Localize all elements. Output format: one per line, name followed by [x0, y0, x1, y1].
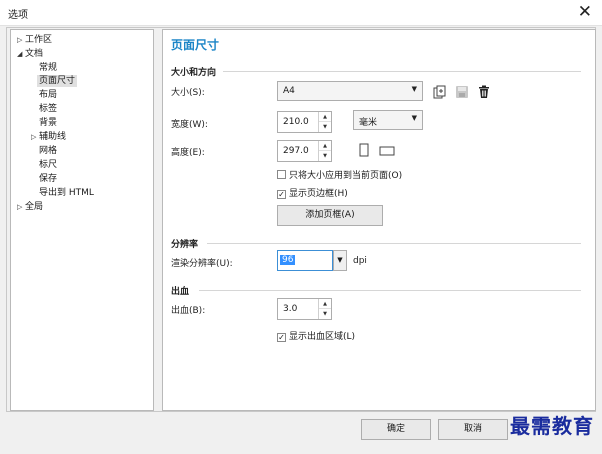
- window-title: 选项: [8, 10, 28, 21]
- tree-item-save[interactable]: 保存: [39, 173, 57, 185]
- tree-item-general[interactable]: 常规: [39, 62, 57, 74]
- decrement-arrow-icon[interactable]: ▼: [319, 122, 331, 132]
- tree-item-label: 文档: [25, 49, 44, 59]
- tree-item-label: 辅助线: [39, 132, 67, 142]
- section-divider: [223, 71, 581, 72]
- disk-save-icon[interactable]: [455, 85, 469, 99]
- landscape-orientation-icon[interactable]: [379, 146, 395, 156]
- decrement-arrow-icon[interactable]: ▼: [319, 309, 331, 319]
- portrait-orientation-icon[interactable]: [359, 143, 369, 157]
- chevron-down-icon: ▼: [411, 114, 417, 122]
- close-icon[interactable]: ✕: [578, 2, 592, 22]
- width-value: 210.0: [283, 117, 309, 127]
- width-label: 宽度(W):: [171, 120, 208, 130]
- panel-title: 页面尺寸: [171, 38, 220, 52]
- tree-item-layout[interactable]: 布局: [39, 89, 57, 101]
- height-label: 高度(E):: [171, 148, 205, 158]
- checkbox-label: 显示页边框(H): [289, 189, 348, 199]
- tree-item-workspace[interactable]: ▷ 工作区: [17, 34, 52, 46]
- tree-item-label: 常规: [39, 63, 58, 73]
- tree-item-global[interactable]: ▷ 全局: [17, 201, 43, 213]
- tree-item-label: 导出到 HTML: [39, 188, 94, 198]
- tree-item-label: 网格: [39, 146, 58, 156]
- collapse-arrow-icon[interactable]: ◢: [17, 48, 25, 60]
- page-size-panel: 页面尺寸 大小和方向 大小(S): A4 ▼ 宽度(W): 210.0 ▲ ▼ …: [162, 29, 596, 411]
- tree-item-rulers[interactable]: 标尺: [39, 159, 57, 171]
- watermark-text: 最需教育: [510, 414, 594, 438]
- height-stepper[interactable]: 297.0 ▲ ▼: [277, 140, 332, 162]
- size-label: 大小(S):: [171, 88, 205, 98]
- dpi-unit-label: dpi: [353, 256, 367, 266]
- render-resolution-value: 96: [280, 255, 296, 265]
- chevron-down-icon: ▼: [337, 256, 343, 264]
- tree-item-grid[interactable]: 网格: [39, 145, 57, 157]
- expand-arrow-icon[interactable]: ▷: [17, 201, 25, 213]
- tree-item-document[interactable]: ◢ 文档: [17, 48, 43, 60]
- size-select-value: A4: [283, 86, 295, 96]
- section-bleed: 出血: [171, 287, 190, 297]
- tree-item-page-size[interactable]: 页面尺寸: [37, 75, 78, 87]
- chevron-down-icon: ▼: [411, 85, 417, 93]
- height-value: 297.0: [283, 146, 309, 156]
- decrement-arrow-icon[interactable]: ▼: [319, 151, 331, 161]
- increment-arrow-icon[interactable]: ▲: [319, 112, 331, 122]
- tree-item-label: 标签: [39, 104, 58, 114]
- tree-item-label-settings[interactable]: 标签: [39, 103, 57, 115]
- checkbox-label: 显示出血区域(L): [289, 332, 356, 342]
- bleed-label: 出血(B):: [171, 306, 206, 316]
- checkmark-icon[interactable]: ✓: [277, 333, 286, 342]
- tree-item-label: 全局: [25, 202, 44, 212]
- tree-item-label: 保存: [39, 174, 58, 184]
- checkmark-icon[interactable]: ✓: [277, 190, 286, 199]
- section-divider: [207, 243, 581, 244]
- save-preset-icon[interactable]: [433, 85, 447, 99]
- bleed-stepper[interactable]: 3.0 ▲ ▼: [277, 298, 332, 320]
- tree-item-export-html[interactable]: 导出到 HTML: [39, 187, 94, 199]
- section-divider: [199, 290, 581, 291]
- unit-select[interactable]: 毫米 ▼: [353, 110, 423, 130]
- show-bleed-area-checkbox[interactable]: ✓ 显示出血区域(L): [277, 329, 355, 342]
- checkbox-box[interactable]: [277, 170, 286, 179]
- size-select[interactable]: A4 ▼: [277, 81, 423, 101]
- render-resolution-label: 渲染分辨率(U):: [171, 259, 233, 269]
- tree-item-label: 页面尺寸: [39, 76, 76, 86]
- add-page-frame-button[interactable]: 添加页框(A): [277, 205, 383, 226]
- ok-button[interactable]: 确定: [361, 419, 431, 440]
- tree-item-guidelines[interactable]: ▷ 辅助线: [31, 131, 66, 143]
- tree-item-label: 工作区: [25, 35, 53, 45]
- unit-select-value: 毫米: [359, 118, 378, 128]
- render-resolution-dropdown[interactable]: ▼: [333, 250, 347, 271]
- apply-current-page-checkbox[interactable]: 只将大小应用到当前页面(O): [277, 168, 402, 181]
- bleed-value: 3.0: [283, 304, 298, 314]
- section-size-orientation: 大小和方向: [171, 68, 217, 78]
- checkbox-label: 只将大小应用到当前页面(O): [289, 171, 403, 181]
- increment-arrow-icon[interactable]: ▲: [319, 299, 331, 309]
- tree-item-label: 标尺: [39, 160, 58, 170]
- trash-icon[interactable]: [477, 85, 491, 99]
- render-resolution-input[interactable]: 96: [277, 250, 333, 271]
- expand-arrow-icon[interactable]: ▷: [17, 34, 25, 46]
- cancel-button[interactable]: 取消: [438, 419, 508, 440]
- show-page-border-checkbox[interactable]: ✓ 显示页边框(H): [277, 186, 348, 199]
- titlebar: 选项 ✕: [0, 0, 602, 26]
- increment-arrow-icon[interactable]: ▲: [319, 141, 331, 151]
- section-resolution: 分辨率: [171, 240, 199, 250]
- tree-item-label: 布局: [39, 90, 58, 100]
- tree-item-label: 背景: [39, 118, 58, 128]
- width-stepper[interactable]: 210.0 ▲ ▼: [277, 111, 332, 133]
- expand-arrow-icon[interactable]: ▷: [31, 131, 39, 143]
- options-tree[interactable]: ▷ 工作区 ◢ 文档 常规 页面尺寸 布局 标签 背景 ▷ 辅助线 网格 标尺 保存 …: [10, 29, 154, 411]
- tree-item-background[interactable]: 背景: [39, 117, 57, 129]
